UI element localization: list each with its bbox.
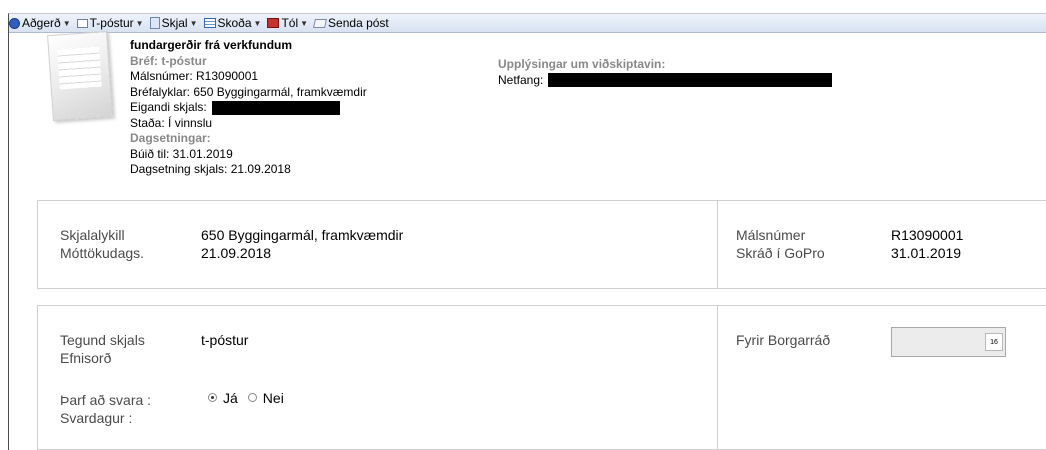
reply-day-label: Svardagur : [60, 410, 133, 426]
spinner-button[interactable]: 16 [985, 333, 1003, 351]
radio-yes-label[interactable]: Já [223, 390, 238, 406]
toolbar: Aðgerð ▼ T-póstur ▼ Skjal ▼ Skoða ▼ Tól … [9, 14, 1046, 33]
menu-label: T-póstur [89, 16, 134, 30]
radio-no[interactable] [247, 392, 257, 402]
owner-label: Eigandi skjals: [130, 100, 207, 114]
menu-adgerd[interactable]: Aðgerð ▼ [9, 16, 71, 30]
document-status: Staða: Í vinnslu [130, 115, 213, 130]
menu-label: Skoða [217, 16, 252, 30]
menu-tol[interactable]: Tól ▼ [267, 16, 308, 30]
case-label: Málsnúmer [736, 227, 806, 243]
dates-heading: Dagsetningar: [130, 131, 211, 145]
document-date: Dagsetning skjals: 21.09.2018 [130, 162, 291, 176]
globe-icon [9, 17, 20, 29]
caret-down-icon: ▼ [189, 18, 198, 28]
menu-label: Senda póst [328, 16, 389, 30]
document-keys-panel: Skjalalykill 650 Byggingarmál, framkvæmd… [37, 200, 1046, 289]
key-value: 650 Byggingarmál, framkvæmdir [201, 227, 404, 243]
menu-label: Aðgerð [22, 16, 61, 30]
document-icon [149, 17, 160, 29]
menu-label: Skjal [161, 16, 188, 30]
reply-radio-group: Já Nei [208, 390, 284, 406]
menu-skoda[interactable]: Skoða ▼ [203, 16, 262, 30]
received-label: Móttökudags. [60, 245, 145, 261]
received-value: 21.09.2018 [201, 245, 272, 261]
radio-yes[interactable] [208, 392, 217, 402]
council-label: Fyrir Borgarráð [736, 332, 831, 348]
document-thumbnail-icon [47, 31, 113, 121]
panel-divider [717, 201, 718, 288]
caret-down-icon: ▼ [62, 18, 71, 28]
toolbox-icon [267, 18, 280, 28]
customer-email: Netfang: [498, 73, 832, 89]
caret-down-icon: ▼ [253, 18, 262, 28]
mail-icon [76, 18, 88, 28]
document-keys: Bréfalyklar: 650 Byggingarmál, framkvæmd… [130, 84, 367, 99]
type-label: Tegund skjals [60, 332, 145, 348]
registered-label: Skráð í GoPro [736, 245, 825, 261]
panel-divider [717, 306, 718, 449]
key-label: Skjalalykill [60, 227, 125, 243]
caret-down-icon: ▼ [135, 18, 144, 28]
council-field[interactable]: 16 [891, 327, 1006, 357]
menu-t-postur[interactable]: T-póstur ▼ [76, 16, 144, 30]
document-header: fundargerðir frá verkfundum Bréf: t-póst… [130, 38, 367, 178]
customer-heading: Upplýsingar um viðskiptavin: [498, 57, 666, 71]
document-details-panel: Tegund skjals t-póstur Efnisorð Þarf að … [37, 305, 1046, 450]
redacted-owner [212, 100, 341, 115]
send-mail-icon [313, 18, 328, 28]
customer-info: Upplýsingar um viðskiptavin: Netfang: [498, 57, 832, 88]
view-icon [203, 18, 216, 28]
case-number: Málsnúmer: R13090001 [130, 69, 259, 83]
menu-skjal[interactable]: Skjal ▼ [149, 16, 198, 30]
email-label: Netfang: [498, 72, 544, 87]
case-value: R13090001 [891, 227, 964, 243]
redacted-email [547, 73, 832, 88]
document-owner: Eigandi skjals: [130, 100, 367, 116]
menu-senda-post[interactable]: Senda póst [313, 16, 389, 30]
menu-label: Tól [281, 16, 299, 30]
caret-down-icon: ▼ [300, 18, 309, 28]
registered-value: 31.01.2019 [891, 245, 962, 261]
keywords-label: Efnisorð [60, 350, 112, 366]
radio-no-label[interactable]: Nei [263, 390, 284, 406]
reply-needed-label: Þarf að svara : [60, 392, 152, 408]
type-value: t-póstur [201, 332, 249, 348]
document-type: Bréf: t-póstur [130, 53, 207, 68]
created-date: Búið til: 31.01.2019 [130, 146, 233, 161]
document-title: fundargerðir frá verkfundum [130, 38, 293, 52]
